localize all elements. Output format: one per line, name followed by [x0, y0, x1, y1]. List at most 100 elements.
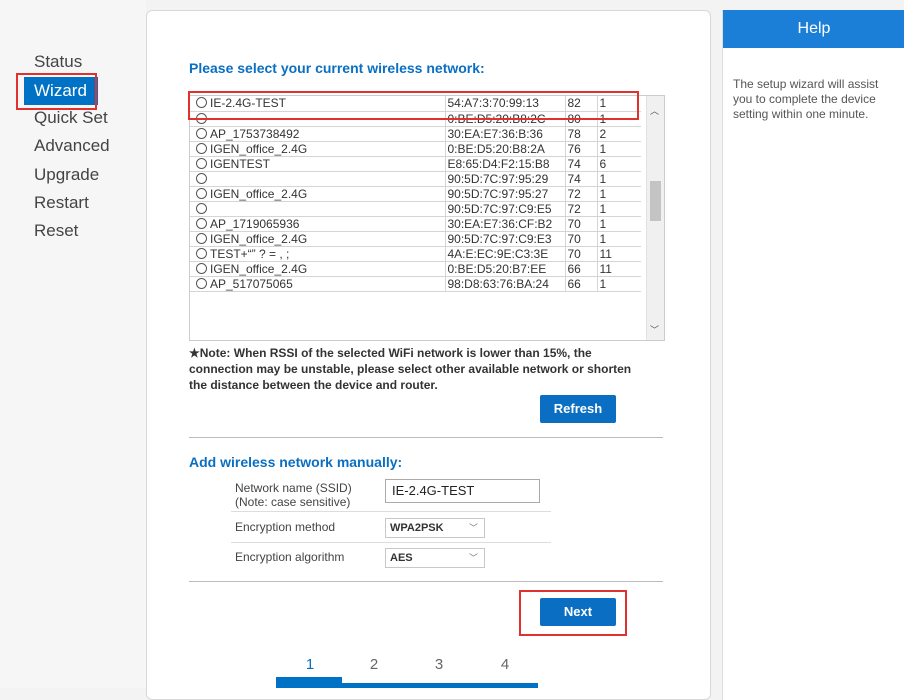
network-radio[interactable] — [196, 172, 207, 184]
network-ssid: IGENTEST — [190, 156, 445, 172]
network-ssid-text: TEST+“” ? = , ; — [210, 246, 290, 261]
network-row[interactable]: AP_1719065936 30:EA:E7:36:CF:B2 70 1 — [190, 216, 641, 232]
network-mac: 54:A7:3:70:99:13 — [444, 96, 565, 112]
rssi-note: ★Note: When RSSI of the selected WiFi ne… — [189, 346, 632, 392]
network-mac: 0:BE:D5:20:B7:EE — [444, 261, 565, 277]
encryption-algorithm-label: Encryption algorithm — [235, 550, 345, 564]
help-panel: Help The setup wizard will assist you to… — [722, 10, 904, 700]
step-1: 1 — [305, 656, 315, 673]
network-channel: 1 — [596, 276, 641, 292]
network-row[interactable]: 90:5D:7C:97:95:29 74 1 — [190, 171, 641, 187]
network-radio[interactable] — [196, 157, 207, 169]
network-rssi: 82 — [564, 96, 597, 112]
network-radio[interactable] — [196, 127, 207, 139]
network-channel: 1 — [596, 96, 641, 112]
network-rssi: 74 — [564, 171, 597, 187]
scrollbar-thumb[interactable] — [650, 181, 661, 221]
network-ssid-text: IE-2.4G-TEST — [210, 96, 287, 111]
chevron-down-icon[interactable]: ﹀ — [650, 323, 659, 336]
network-row[interactable]: TEST+“” ? = , ; 4A:E:EC:9E:C3:3E 70 11 — [190, 246, 641, 262]
network-list[interactable]: IE-2.4G-TEST 54:A7:3:70:99:13 82 1 0:BE:D5:2… — [189, 95, 665, 341]
help-title: Help — [723, 10, 904, 48]
network-radio[interactable] — [196, 187, 207, 199]
select-network-title: Please select your current wireless netw… — [189, 60, 485, 76]
divider — [189, 581, 663, 582]
network-ssid: IGEN_office_2.4G — [190, 261, 445, 277]
network-row[interactable]: 90:5D:7C:97:C9:E5 72 1 — [190, 201, 641, 217]
network-ssid: IGEN_office_2.4G — [190, 186, 445, 202]
network-channel: 1 — [596, 201, 641, 217]
manual-network-title: Add wireless network manually: — [189, 454, 403, 470]
network-rssi: 72 — [564, 186, 597, 202]
network-mac: 30:EA:E7:36:CF:B2 — [444, 216, 565, 232]
network-list-scrollbar[interactable]: ︿ ﹀ — [646, 96, 664, 340]
network-ssid — [190, 111, 445, 127]
network-row[interactable]: 0:BE:D5:20:B8:2C 80 1 — [190, 111, 641, 127]
network-radio[interactable] — [196, 97, 207, 109]
network-radio[interactable] — [196, 202, 207, 214]
network-mac: E8:65:D4:F2:15:B8 — [444, 156, 565, 172]
sidebar: Status Wizard Quick Set Advanced Upgrade… — [0, 0, 146, 688]
network-mac: 4A:E:EC:9E:C3:3E — [444, 246, 565, 262]
chevron-down-icon: ﹀ — [468, 553, 478, 563]
chevron-up-icon[interactable]: ︿ — [650, 104, 659, 117]
network-radio[interactable] — [196, 262, 207, 274]
network-channel: 1 — [596, 141, 641, 157]
network-row[interactable]: IE-2.4G-TEST 54:A7:3:70:99:13 82 1 — [190, 96, 641, 112]
network-row[interactable]: AP_517075065 98:D8:63:76:BA:24 66 1 — [190, 276, 641, 292]
network-ssid — [190, 201, 445, 217]
encryption-method-select[interactable]: WPA2PSK ﹀ — [385, 518, 485, 538]
network-mac: 90:5D:7C:97:C9:E3 — [444, 231, 565, 247]
network-row[interactable]: AP_1753738492 30:EA:E7:36:B:36 78 2 — [190, 126, 641, 142]
network-mac: 98:D8:63:76:BA:24 — [444, 276, 565, 292]
next-button[interactable]: Next — [540, 598, 616, 626]
network-radio[interactable] — [196, 142, 207, 154]
network-mac: 0:BE:D5:20:B8:2C — [444, 111, 565, 127]
ssid-note-text: (Note: case sensitive) — [235, 495, 351, 509]
network-ssid: IGEN_office_2.4G — [190, 231, 445, 247]
network-radio[interactable] — [196, 277, 207, 289]
network-ssid-text: IGEN_office_2.4G — [210, 141, 308, 156]
network-ssid: IE-2.4G-TEST — [190, 96, 445, 112]
network-radio[interactable] — [196, 112, 207, 124]
encryption-algorithm-select[interactable]: AES ﹀ — [385, 548, 485, 568]
network-channel: 2 — [596, 126, 641, 142]
refresh-button[interactable]: Refresh — [540, 395, 616, 423]
network-ssid-text: IGEN_office_2.4G — [210, 186, 308, 201]
network-row[interactable]: IGENTEST E8:65:D4:F2:15:B8 74 6 — [190, 156, 641, 172]
network-table: IE-2.4G-TEST 54:A7:3:70:99:13 82 1 0:BE:D5:2… — [190, 96, 641, 292]
network-rssi: 70 — [564, 231, 597, 247]
sidebar-item-restart[interactable]: Restart — [24, 189, 134, 217]
network-channel: 1 — [596, 171, 641, 187]
network-rssi: 74 — [564, 156, 597, 172]
sidebar-item-wizard[interactable]: Wizard — [24, 77, 98, 105]
help-text: The setup wizard will assist you to comp… — [733, 77, 879, 121]
encryption-algorithm-value: AES — [390, 552, 413, 564]
network-ssid: AP_1753738492 — [190, 126, 445, 142]
network-radio[interactable] — [196, 217, 207, 229]
network-channel: 1 — [596, 186, 641, 202]
network-ssid — [190, 171, 445, 187]
network-ssid: TEST+“” ? = , ; — [190, 246, 445, 262]
sidebar-item-quick-set[interactable]: Quick Set — [24, 104, 134, 132]
network-row[interactable]: IGEN_office_2.4G 90:5D:7C:97:C9:E3 70 1 — [190, 231, 641, 247]
network-channel: 1 — [596, 216, 641, 232]
sidebar-item-status[interactable]: Status — [24, 48, 134, 76]
sidebar-item-reset[interactable]: Reset — [24, 217, 134, 245]
network-row[interactable]: IGEN_office_2.4G 0:BE:D5:20:B7:EE 66 11 — [190, 261, 641, 277]
network-ssid-text: AP_1753738492 — [210, 126, 300, 141]
ssid-input[interactable]: IE-2.4G-TEST — [385, 479, 540, 503]
network-ssid-text: IGENTEST — [210, 156, 271, 171]
sidebar-item-advanced[interactable]: Advanced — [24, 132, 134, 160]
network-rssi: 72 — [564, 201, 597, 217]
network-radio[interactable] — [196, 247, 207, 259]
network-row[interactable]: IGEN_office_2.4G 0:BE:D5:20:B8:2A 76 1 — [190, 141, 641, 157]
sidebar-item-upgrade[interactable]: Upgrade — [24, 161, 134, 189]
step-2: 2 — [369, 656, 379, 673]
network-row[interactable]: IGEN_office_2.4G 90:5D:7C:97:95:27 72 1 — [190, 186, 641, 202]
step-3: 3 — [434, 656, 444, 673]
network-ssid: AP_517075065 — [190, 276, 445, 292]
network-rssi: 76 — [564, 141, 597, 157]
ssid-label: Network name (SSID) (Note: case sensitiv… — [235, 481, 352, 509]
network-radio[interactable] — [196, 232, 207, 244]
